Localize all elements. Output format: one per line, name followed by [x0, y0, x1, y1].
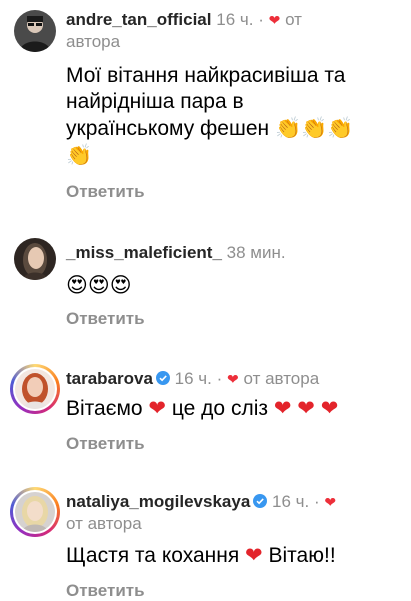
- from-author-label-2: автора: [66, 32, 121, 51]
- timestamp: 38 мин.: [226, 243, 286, 262]
- comment-text-line: Мої вітання найкрасивіша та: [66, 64, 346, 87]
- comment-text-part: Вітаємо: [66, 397, 143, 420]
- comment-text: Щастя та кохання ❤ Вітаю!!: [66, 543, 399, 569]
- timestamp: 16 ч.: [272, 492, 310, 511]
- comment-text-line: найрідніша пара в: [66, 90, 244, 113]
- comment-text-part: Щастя та кохання: [66, 544, 240, 567]
- comment-meta: andre_tan_official 16 ч. · ❤ от автора: [66, 9, 399, 53]
- verified-badge-icon: [155, 371, 170, 385]
- reply-button[interactable]: Ответить: [66, 182, 145, 202]
- heart-icon: ❤: [324, 494, 337, 510]
- username[interactable]: nataliya_mogilevskaya: [66, 492, 250, 511]
- comment-text-part: це до сліз: [171, 397, 268, 420]
- timestamp: 16 ч.: [174, 369, 212, 388]
- comment-text-part: Вітаю!!: [268, 544, 336, 567]
- clapping-hands-icon: 👏: [66, 143, 93, 167]
- heart-icon: ❤: [268, 12, 281, 28]
- heart-icon: ❤: [227, 371, 239, 387]
- username[interactable]: tarabarova: [66, 369, 153, 388]
- separator: ·: [313, 492, 320, 511]
- comment-text: 😍😍😍: [66, 272, 399, 299]
- timestamp: 16 ч.: [216, 10, 254, 29]
- comment-meta: nataliya_mogilevskaya 16 ч. · ❤ от автор…: [66, 491, 399, 535]
- user-avatar-woman-icon: [14, 238, 56, 280]
- user-avatar-dark-icon: [14, 10, 56, 52]
- from-author-label: от: [285, 10, 302, 29]
- separator: ·: [216, 369, 223, 388]
- comment-meta: tarabarova 16 ч. · ❤ от автора: [66, 368, 399, 390]
- avatar[interactable]: [14, 238, 56, 280]
- user-avatar-redhead-icon: [15, 369, 55, 409]
- reply-button[interactable]: Ответить: [66, 434, 145, 454]
- verified-badge-icon: [253, 494, 268, 508]
- username[interactable]: andre_tan_official: [66, 10, 212, 29]
- red-heart-icon: ❤: [148, 397, 167, 420]
- username[interactable]: _miss_maleficient_: [66, 243, 222, 262]
- avatar[interactable]: [14, 10, 56, 52]
- comment-text: Вітаємо ❤ це до сліз ❤ ❤ ❤: [66, 396, 399, 422]
- avatar[interactable]: [10, 364, 60, 414]
- heart-eyes-icon: 😍😍😍: [66, 273, 132, 297]
- avatar[interactable]: [10, 487, 60, 537]
- separator: ·: [258, 10, 264, 29]
- red-heart-icon: ❤: [245, 544, 263, 567]
- from-author-label: от автора: [66, 514, 142, 533]
- red-heart-icon: ❤ ❤ ❤: [273, 397, 339, 420]
- from-author-label: от автора: [243, 369, 320, 388]
- reply-button[interactable]: Ответить: [66, 309, 145, 329]
- comment-meta: _miss_maleficient_ 38 мин.: [66, 242, 399, 264]
- comment-text-line: українському фешен: [66, 117, 270, 140]
- user-avatar-blonde-icon: [15, 492, 55, 532]
- reply-button[interactable]: Ответить: [66, 581, 145, 601]
- clapping-hands-icon: 👏👏👏: [274, 116, 354, 140]
- comment-text: Мої вітання найкрасивіша та найрідніша п…: [66, 63, 399, 169]
